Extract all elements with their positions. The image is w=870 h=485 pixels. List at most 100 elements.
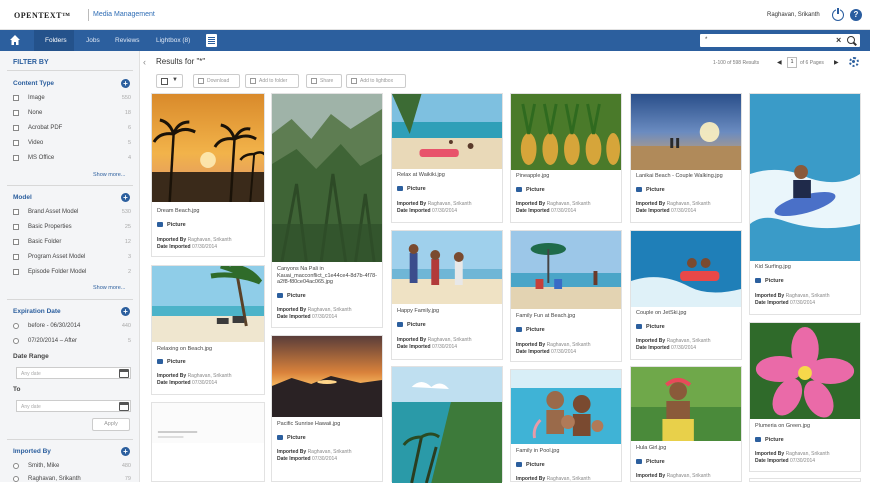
checkbox[interactable]	[13, 239, 19, 245]
asset-thumbnail[interactable]	[392, 94, 502, 169]
checkbox[interactable]	[13, 125, 19, 131]
asset-name[interactable]: Family in Pool.jpg	[516, 448, 616, 454]
filter-option[interactable]: MS Office 4	[13, 154, 131, 164]
asset-name[interactable]: Lanikai Beach - Couple Walking.jpg	[636, 173, 736, 179]
user-name[interactable]: Raghavan, Srikanth	[767, 12, 820, 18]
asset-card[interactable]	[391, 366, 503, 483]
filter-option[interactable]: before - 06/30/2014 440	[13, 322, 131, 332]
asset-thumbnail[interactable]	[272, 336, 382, 417]
model-add-icon[interactable]: +	[121, 193, 130, 202]
nav-lightbox[interactable]: Lightbox (8)	[156, 37, 190, 44]
search-input[interactable]: * ×	[700, 34, 860, 47]
filter-option[interactable]: None 18	[13, 109, 131, 119]
clear-search-icon[interactable]: ×	[836, 35, 841, 45]
filter-option[interactable]: Basic Folder 12	[13, 238, 131, 248]
asset-name[interactable]: Plumeria on Green.jpg	[755, 423, 855, 429]
filter-option[interactable]: Episode Folder Model 2	[13, 268, 131, 278]
add-to-folder-button[interactable]: Add to folder	[245, 74, 299, 88]
checkbox[interactable]	[13, 140, 19, 146]
asset-thumbnail[interactable]	[272, 94, 382, 262]
share-button[interactable]: Share	[306, 74, 342, 88]
calendar-icon[interactable]	[119, 402, 129, 411]
asset-thumbnail[interactable]	[152, 266, 264, 342]
date-to-input[interactable]: Any date	[16, 400, 131, 412]
nav-jobs[interactable]: Jobs	[86, 37, 100, 44]
asset-card[interactable]: Happy Family.jpg Picture Imported By Rag…	[391, 230, 503, 360]
asset-card[interactable]: Dream Beach.jpg Picture Imported By Ragh…	[151, 93, 265, 257]
asset-name[interactable]: Family Fun at Beach.jpg	[516, 313, 616, 319]
asset-card[interactable]: Relax at Waikiki.jpg Picture Imported By…	[391, 93, 503, 223]
asset-name[interactable]: Dream Beach.jpg	[157, 208, 257, 214]
search-icon[interactable]	[847, 36, 855, 44]
asset-card[interactable]: Family Fun at Beach.jpg Picture Imported…	[510, 230, 622, 362]
asset-card[interactable]: Hula Girl.jpg Picture Imported By Raghav…	[630, 366, 742, 482]
asset-thumbnail[interactable]	[631, 367, 741, 441]
asset-name[interactable]: Canyons Na Pali in Kauai_macconflict_c1e…	[277, 266, 381, 286]
filter-option[interactable]: Brand Asset Model 530	[13, 208, 131, 218]
expiration-heading[interactable]: Expiration Date	[13, 308, 61, 315]
filter-option[interactable]: Image 550	[13, 94, 131, 104]
expiration-add-icon[interactable]: +	[121, 307, 130, 316]
asset-thumbnail[interactable]	[511, 94, 621, 170]
asset-thumbnail[interactable]	[631, 231, 741, 307]
nav-folders[interactable]: Folders	[45, 37, 67, 44]
page-number-input[interactable]: 1	[787, 57, 797, 68]
imported-by-heading[interactable]: Imported By	[13, 448, 51, 455]
select-all-dropdown[interactable]: ▼	[156, 74, 183, 88]
checkbox[interactable]	[13, 155, 19, 161]
asset-card[interactable]: Canyons Na Pali in Kauai_macconflict_c1e…	[271, 93, 383, 328]
asset-card[interactable]: Plumeria on Green.jpg Picture Imported B…	[749, 322, 861, 472]
asset-card[interactable]: Lanikai Beach - Couple Walking.jpg Pictu…	[630, 93, 742, 223]
lightbox-icon[interactable]	[206, 34, 217, 47]
asset-name[interactable]: Pacific Sunrise Hawaii.jpg	[277, 421, 377, 427]
radio[interactable]	[13, 323, 19, 329]
asset-card[interactable]: Family in Pool.jpg Picture Imported By R…	[510, 369, 622, 482]
asset-card[interactable]: Relaxing on Beach.jpg Picture Imported B…	[151, 265, 265, 395]
checkbox[interactable]	[13, 254, 19, 260]
filter-option[interactable]: Raghavan, Srikanth 79	[13, 475, 131, 485]
add-to-lightbox-button[interactable]: Add to lightbox	[346, 74, 406, 88]
collapse-sidebar-icon[interactable]: ‹	[143, 57, 146, 67]
apply-button[interactable]: Apply	[92, 418, 130, 431]
calendar-icon[interactable]	[119, 369, 129, 378]
asset-card[interactable]: Pacific Sunrise Hawaii.jpg Picture Impor…	[271, 335, 383, 482]
date-from-input[interactable]: Any date	[16, 367, 131, 379]
asset-name[interactable]: Kid Surfing.jpg	[755, 264, 855, 270]
asset-name[interactable]: Hula Girl.jpg	[636, 445, 736, 451]
chevron-down-icon[interactable]: ▼	[172, 77, 178, 83]
asset-name[interactable]: Relaxing on Beach.jpg	[157, 346, 257, 352]
filter-option[interactable]: Smith, Mike 480	[13, 462, 131, 472]
filter-option[interactable]: 07/20/2014 – After 5	[13, 337, 131, 347]
home-icon[interactable]	[9, 34, 21, 46]
asset-thumbnail[interactable]	[152, 403, 264, 443]
checkbox[interactable]	[161, 78, 168, 85]
download-button[interactable]: Download	[193, 74, 240, 88]
prev-page-icon[interactable]: ◀	[777, 59, 782, 66]
model-heading[interactable]: Model	[13, 194, 32, 201]
asset-thumbnail[interactable]	[152, 94, 264, 202]
asset-card[interactable]: Couple on JetSki.jpg Picture Imported By…	[630, 230, 742, 360]
checkbox[interactable]	[13, 110, 19, 116]
radio[interactable]	[13, 476, 19, 482]
settings-icon[interactable]	[849, 57, 859, 67]
filter-option[interactable]: Program Asset Model 3	[13, 253, 131, 263]
help-icon[interactable]: ?	[850, 9, 862, 21]
checkbox[interactable]	[13, 269, 19, 275]
asset-thumbnail[interactable]	[392, 367, 502, 483]
asset-thumbnail[interactable]	[511, 231, 621, 309]
filter-option[interactable]: Acrobat PDF 6	[13, 124, 131, 134]
asset-card[interactable]	[749, 478, 861, 482]
asset-thumbnail[interactable]	[750, 323, 860, 419]
power-icon[interactable]	[832, 7, 844, 21]
asset-thumbnail[interactable]	[511, 370, 621, 444]
show-more-link[interactable]: Show more...	[93, 172, 125, 178]
content-type-heading[interactable]: Content Type	[13, 80, 54, 87]
asset-thumbnail[interactable]	[750, 94, 860, 261]
imported-by-add-icon[interactable]: +	[121, 447, 130, 456]
asset-card[interactable]: Kid Surfing.jpg Picture Imported By Ragh…	[749, 93, 861, 315]
content-type-add-icon[interactable]: +	[121, 79, 130, 88]
asset-name[interactable]: Pineapple.jpg	[516, 173, 616, 179]
asset-thumbnail[interactable]	[392, 231, 502, 304]
asset-card[interactable]: Pineapple.jpg Picture Imported By Raghav…	[510, 93, 622, 223]
show-more-link[interactable]: Show more...	[93, 285, 125, 291]
